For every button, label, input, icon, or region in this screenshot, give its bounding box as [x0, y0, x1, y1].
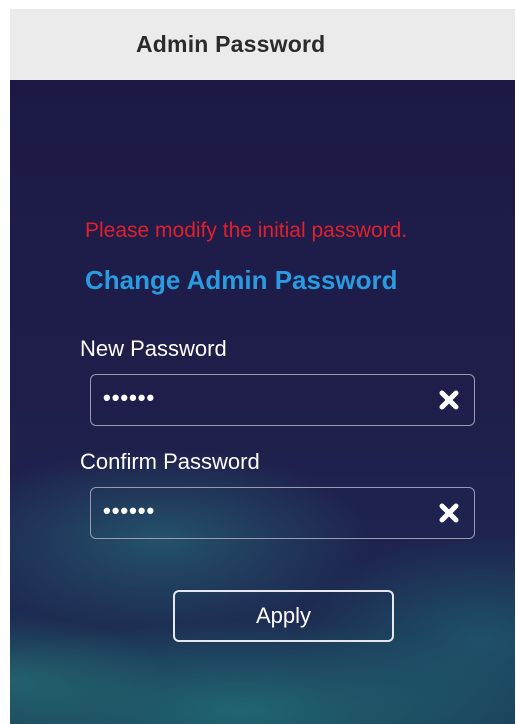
admin-password-dialog: Admin Password Please modify the initial… — [10, 9, 515, 724]
new-password-field[interactable]: •••••• — [90, 374, 475, 426]
dialog-title: Admin Password — [136, 31, 326, 57]
close-icon[interactable] — [436, 500, 462, 526]
confirm-password-value: •••••• — [103, 498, 156, 523]
new-password-value: •••••• — [103, 385, 156, 410]
password-form-panel: Please modify the initial password. Chan… — [10, 80, 515, 724]
title-bar: Admin Password — [10, 9, 515, 80]
form-heading: Change Admin Password — [85, 265, 398, 295]
confirm-password-field[interactable]: •••••• — [90, 487, 475, 539]
apply-button[interactable]: Apply — [173, 590, 394, 642]
confirm-password-label: Confirm Password — [80, 449, 260, 474]
new-password-label: New Password — [80, 336, 227, 361]
warning-message: Please modify the initial password. — [85, 219, 408, 242]
close-icon[interactable] — [436, 387, 462, 413]
